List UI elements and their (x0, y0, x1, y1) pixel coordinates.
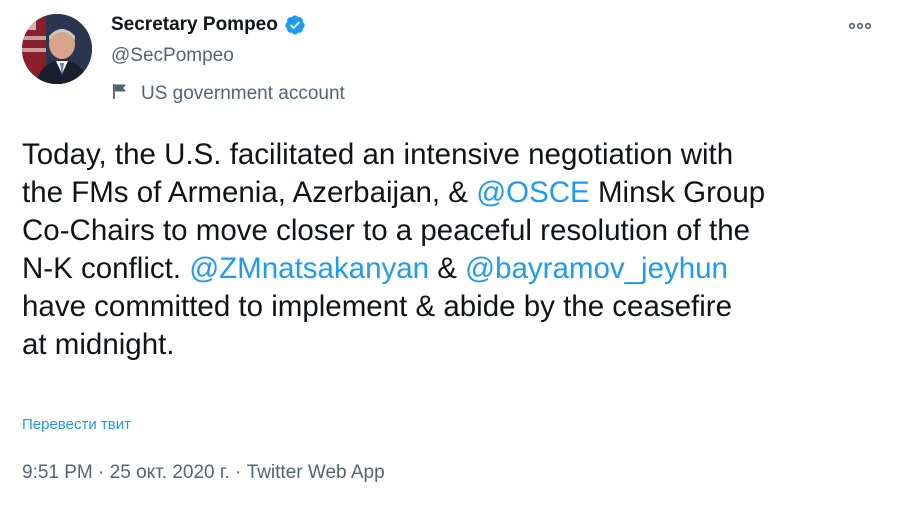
tweet-metadata: 9:51 PM · 25 окт. 2020 г. · Twitter Web … (22, 462, 385, 484)
verified-badge-icon (284, 14, 306, 36)
avatar-image (22, 14, 92, 84)
mention-link-osce[interactable]: @OSCE (476, 176, 590, 209)
tweet-text-segment: Minsk Group (589, 176, 766, 209)
mention-link-zmnatsakanyan[interactable]: @ZMnatsakanyan (189, 252, 429, 285)
more-options-icon[interactable] (846, 14, 874, 38)
separator: · (229, 462, 247, 483)
tweet-line: Today, the U.S. facilitated an intensive… (22, 138, 734, 171)
display-name[interactable]: Secretary Pompeo (111, 14, 278, 36)
separator: · (92, 462, 110, 483)
tweet-time[interactable]: 9:51 PM (22, 462, 93, 483)
flag-icon (111, 82, 129, 106)
tweet-line: have committed to implement & abide by t… (22, 290, 733, 323)
translate-tweet-link[interactable]: Перевести твит (22, 416, 131, 433)
tweet-line: at midnight. (22, 328, 175, 361)
user-handle[interactable]: @SecPompeo (111, 45, 234, 67)
tweet-source[interactable]: Twitter Web App (247, 462, 385, 483)
tweet-text-segment: N-K conflict. (22, 252, 190, 285)
tweet-text-segment: & (429, 252, 466, 285)
tweet-line: N-K conflict. @ZMnatsakanyan & @bayramov… (22, 250, 882, 288)
tweet-line: Co-Chairs to move closer to a peaceful r… (22, 214, 751, 247)
author-name-row[interactable]: Secretary Pompeo (111, 14, 306, 36)
tweet-text: Today, the U.S. facilitated an intensive… (22, 136, 882, 364)
tweet-line: the FMs of Armenia, Azerbaijan, & @OSCE … (22, 174, 882, 212)
mention-link-bayramov-jeyhun[interactable]: @bayramov_jeyhun (465, 252, 728, 285)
tweet-date[interactable]: 25 окт. 2020 г. (110, 462, 230, 483)
government-account-label[interactable]: US government account (111, 82, 345, 106)
avatar[interactable] (22, 14, 92, 84)
tweet-text-segment: the FMs of Armenia, Azerbaijan, & (22, 176, 477, 209)
government-account-text: US government account (141, 83, 345, 104)
